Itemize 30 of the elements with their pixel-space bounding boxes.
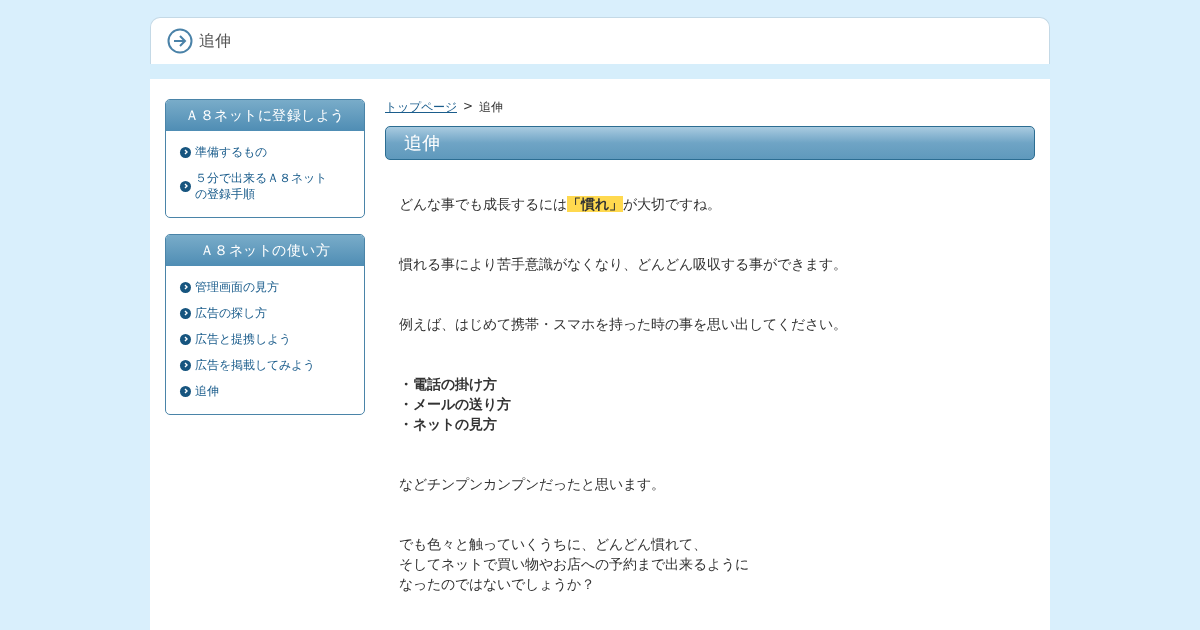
- chevron-icon: [180, 333, 191, 345]
- page-title: 追伸: [199, 30, 231, 52]
- list-item: ・ネットの見方: [399, 415, 498, 434]
- chevron-icon: [180, 146, 191, 158]
- breadcrumb-separator: >: [463, 99, 474, 115]
- paragraph: どんな事でも成長するには「慣れ」が大切ですね。: [399, 195, 722, 214]
- chevron-icon: [180, 359, 191, 371]
- list-item: ・メールの送り方: [399, 395, 512, 414]
- paragraph: などチンプンカンプンだったと思います。: [399, 475, 666, 494]
- breadcrumb-link[interactable]: トップページ: [385, 99, 457, 116]
- paragraph: でも色々と触っていくうちに、どんどん慣れて、 そしてネットで買い物やお店への予約まで出来るように なったのではないでしょうか？: [399, 535, 750, 594]
- breadcrumb-current: 追伸: [479, 99, 504, 116]
- sidebar-heading: Ａ８ネットの使い方: [166, 235, 364, 266]
- paragraph: 例えば、はじめて携帯・スマホを持った時の事を思い出してください。: [399, 315, 848, 334]
- sidebar-heading: Ａ８ネットに登録しよう: [166, 100, 364, 131]
- article-heading: 追伸: [385, 126, 1035, 160]
- sidebar-link[interactable]: 広告と提携しよう: [180, 328, 338, 354]
- sidebar-link[interactable]: 広告を掲載してみよう: [180, 354, 338, 380]
- chevron-icon: [180, 281, 191, 293]
- sidebar-link[interactable]: ５分で出来るＡ８ネットの登録手順: [180, 167, 338, 209]
- chevron-icon: [180, 180, 191, 192]
- sidebar-link[interactable]: 広告の探し方: [180, 302, 338, 328]
- sidebar-link[interactable]: 準備するもの: [180, 141, 338, 167]
- chevron-icon: [180, 307, 191, 319]
- arrow-circle-icon: [167, 28, 193, 54]
- sidebar-link[interactable]: 管理画面の見方: [180, 276, 338, 302]
- list-item: ・電話の掛け方: [399, 375, 498, 394]
- sidebar-link[interactable]: 追伸: [180, 380, 338, 406]
- chevron-icon: [180, 385, 191, 397]
- paragraph: 慣れる事により苦手意識がなくなり、どんどん吸収する事ができます。: [399, 255, 848, 274]
